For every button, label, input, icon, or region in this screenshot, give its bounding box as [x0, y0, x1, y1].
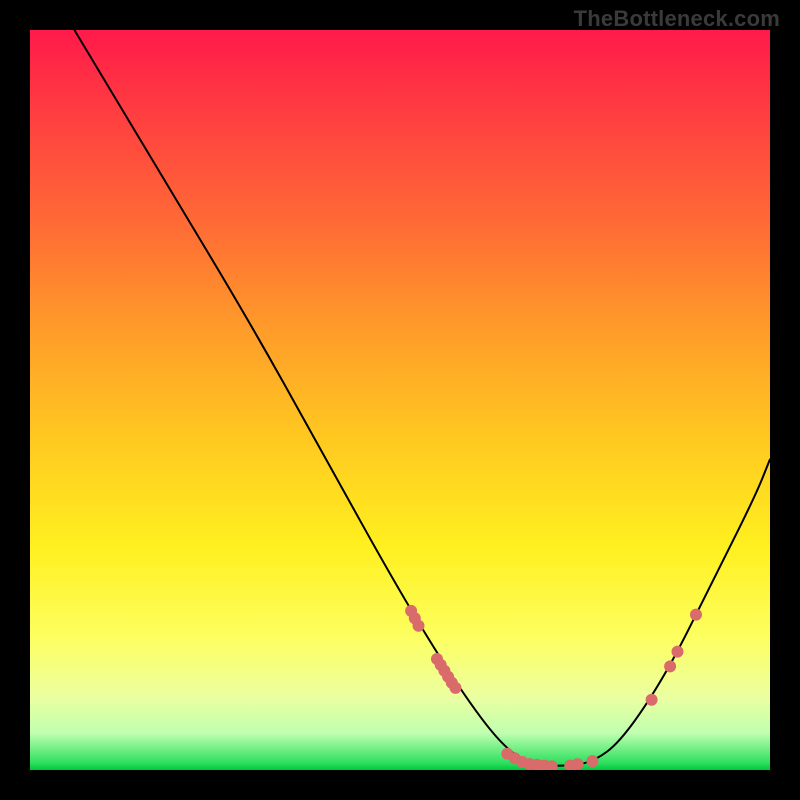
data-point	[664, 660, 676, 672]
chart-frame: TheBottleneck.com	[0, 0, 800, 800]
watermark-text: TheBottleneck.com	[574, 6, 780, 32]
data-point	[572, 758, 584, 770]
data-point	[413, 620, 425, 632]
data-point	[586, 755, 598, 767]
chart-svg	[30, 30, 770, 770]
data-point	[672, 646, 684, 658]
plot-area	[30, 30, 770, 770]
bottleneck-curve	[74, 30, 770, 766]
data-point	[450, 682, 462, 694]
data-point	[690, 609, 702, 621]
data-point	[646, 694, 658, 706]
